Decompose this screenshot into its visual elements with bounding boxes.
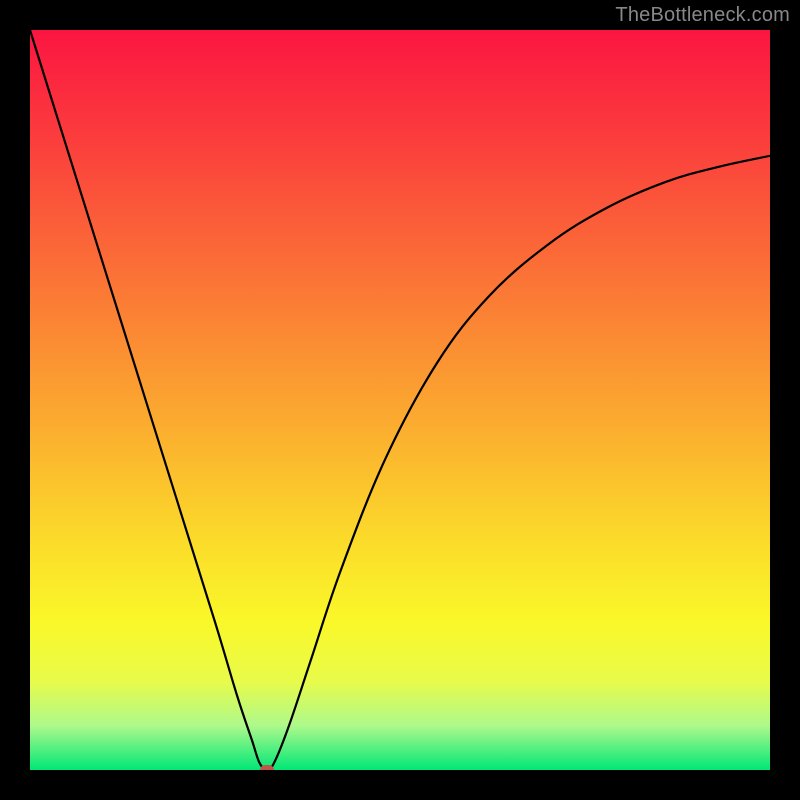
plot-area — [30, 30, 770, 770]
optimal-point-marker — [260, 765, 274, 770]
bottleneck-curve — [30, 30, 770, 770]
chart-container: TheBottleneck.com — [0, 0, 800, 800]
watermark-text: TheBottleneck.com — [615, 4, 790, 27]
